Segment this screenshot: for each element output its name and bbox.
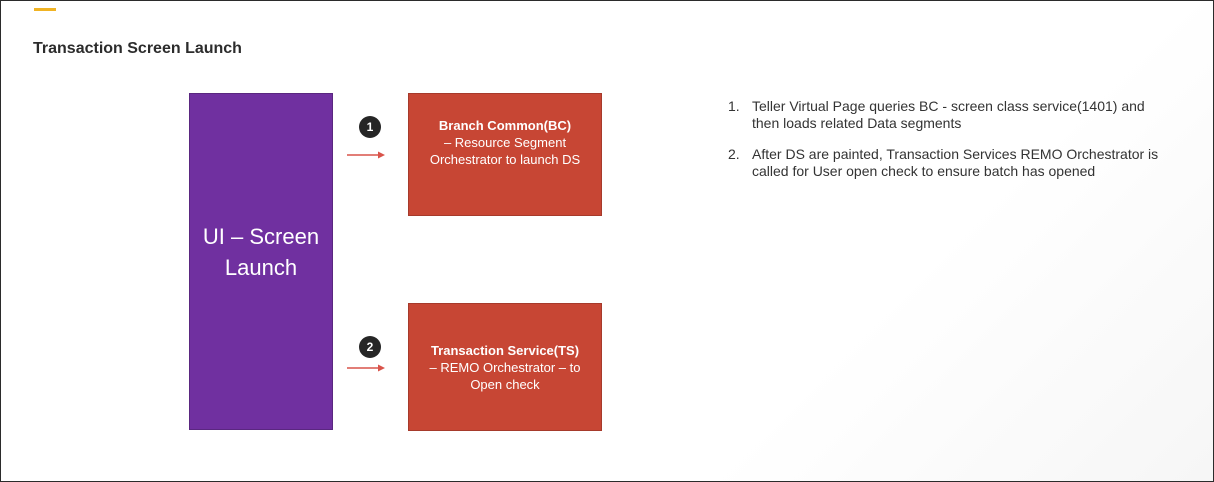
step-2-arrow-icon (347, 364, 385, 372)
ui-screen-launch-label: UI – Screen Launch (202, 223, 320, 280)
step-2-badge: 2 (359, 336, 381, 358)
note-item-1: 1. Teller Virtual Page queries BC - scre… (728, 98, 1168, 132)
slide-frame: Transaction Screen Launch UI – Screen La… (0, 0, 1214, 482)
branch-common-title: Branch Common(BC) (438, 118, 572, 133)
transaction-service-box: Transaction Service(TS) – REMO Orchestra… (408, 303, 602, 431)
step-1-arrow-icon (347, 151, 385, 159)
note-number: 2. (728, 146, 740, 162)
note-number: 1. (728, 98, 740, 114)
branch-common-description: – Resource Segment Orchestrator to launc… (429, 135, 581, 167)
slide-title: Transaction Screen Launch (33, 40, 242, 57)
notes-list: 1. Teller Virtual Page queries BC - scre… (728, 98, 1168, 194)
transaction-service-description: – REMO Orchestrator – to Open check (429, 360, 581, 392)
step-1-badge: 1 (359, 116, 381, 138)
note-item-2: 2. After DS are painted, Transaction Ser… (728, 146, 1168, 180)
title-accent-bar (34, 8, 56, 11)
ui-screen-launch-box: UI – Screen Launch (189, 93, 333, 430)
branch-common-box: Branch Common(BC) – Resource Segment Orc… (408, 93, 602, 216)
transaction-service-title: Transaction Service(TS) (430, 343, 580, 358)
note-text: Teller Virtual Page queries BC - screen … (752, 98, 1145, 131)
note-text: After DS are painted, Transaction Servic… (752, 146, 1159, 179)
